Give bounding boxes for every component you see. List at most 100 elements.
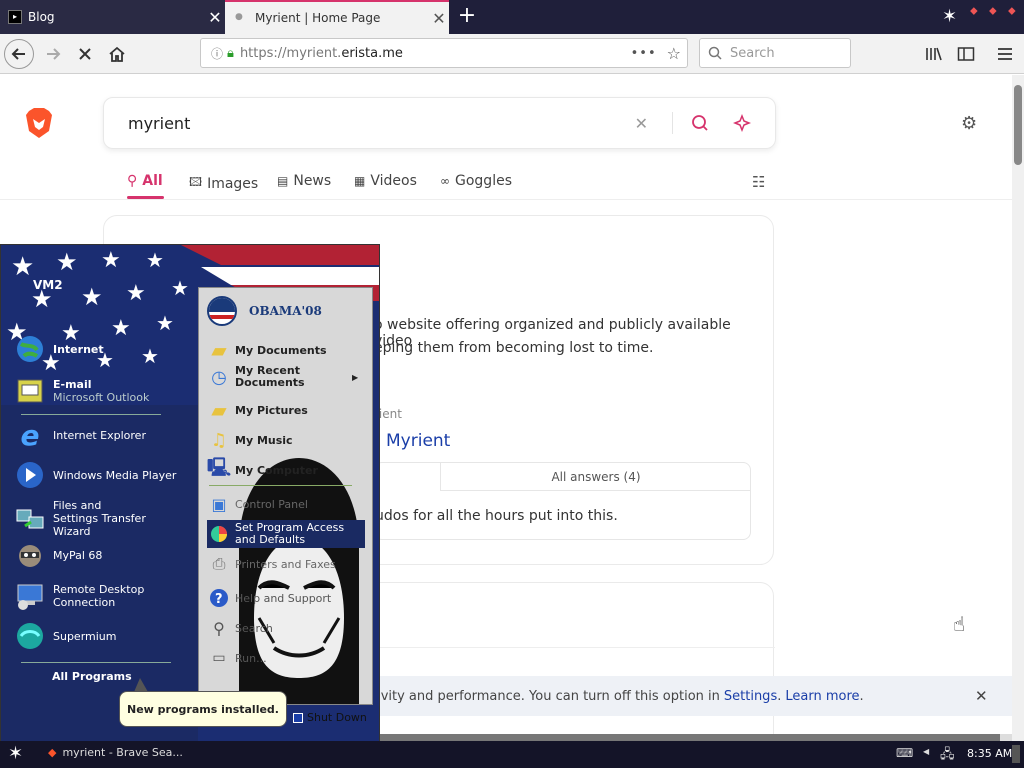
menu-item-mypal[interactable]: MyPal 68 xyxy=(13,539,102,571)
home-button[interactable] xyxy=(102,39,132,69)
tab-label: Goggles xyxy=(455,173,512,189)
new-tab-button[interactable]: + xyxy=(455,4,479,28)
start-button[interactable]: ✶ xyxy=(8,743,23,764)
menu-item-search[interactable]: ⚲ Search xyxy=(207,616,273,640)
sidebar-button[interactable] xyxy=(951,39,981,69)
tab-bar: ▸ Blog ✕ ● Myrient | Home Page ✕ + ✶ ⬥ ⬥… xyxy=(0,0,1024,34)
tab-news[interactable]: ▤ News xyxy=(277,173,331,189)
url-prefix: https://myrient. xyxy=(239,45,342,61)
tab-blog[interactable]: ▸ Blog ✕ xyxy=(0,0,225,34)
close-icon[interactable]: ✕ xyxy=(205,8,225,27)
item-label: Printers and Faxes xyxy=(235,557,336,571)
menu-item-printers[interactable]: ⎙ Printers and Faxes xyxy=(207,552,336,576)
forward-button[interactable] xyxy=(38,39,68,69)
lock-icon: 🔒︎ xyxy=(227,45,234,61)
info-icon[interactable]: ⓘ xyxy=(211,45,223,62)
search-input[interactable]: Search xyxy=(699,38,851,68)
item-label: My Recent Documents xyxy=(235,364,305,389)
menu-item-run[interactable]: ▭ Run... xyxy=(207,646,266,670)
scroll-thumb[interactable] xyxy=(1014,85,1022,165)
horizontal-scrollbar[interactable] xyxy=(380,734,1012,741)
tab-all[interactable]: ⚲ All xyxy=(127,173,163,189)
menu-item-transfer-wizard[interactable]: Files and Settings Transfer Wizard xyxy=(13,499,148,538)
menu-item-email[interactable]: E-mail Microsoft Outlook xyxy=(13,375,149,407)
terminal-icon: ▸ xyxy=(8,10,22,24)
menu-item-supermium[interactable]: Supermium xyxy=(13,620,117,652)
bookmark-star-icon[interactable]: ☆ xyxy=(667,44,681,63)
program-access-icon xyxy=(207,522,231,546)
menu-item-recent-documents[interactable]: ◷ My Recent Documents ▶ xyxy=(207,364,358,389)
globe-icon xyxy=(13,333,47,365)
menu-item-help[interactable]: ? Help and Support xyxy=(207,586,331,610)
menu-item-my-pictures[interactable]: ▰ My Pictures xyxy=(207,398,308,422)
network-icon[interactable]: 🖧 xyxy=(940,745,955,767)
tab-videos[interactable]: ▦ Videos xyxy=(354,173,417,189)
item-label: Files and Settings Transfer Wizard xyxy=(53,499,146,538)
divider xyxy=(209,485,352,486)
shutdown-button[interactable]: Shut Down xyxy=(293,711,367,724)
learn-more-link[interactable]: Learn more xyxy=(785,689,859,704)
menu-button[interactable] xyxy=(990,39,1020,69)
taskbar-task[interactable]: ◆ myrient - Brave Sea... xyxy=(48,746,183,759)
computer-icon: 🖳 xyxy=(207,457,232,478)
stop-button[interactable] xyxy=(70,39,100,69)
window-close-icon[interactable]: ⬥ xyxy=(1008,4,1016,18)
tab-images[interactable]: 🖾 Images xyxy=(189,173,258,194)
library-button[interactable] xyxy=(919,39,949,69)
tab-myrient[interactable]: ● Myrient | Home Page ✕ xyxy=(225,0,449,34)
clear-icon[interactable]: ✕ xyxy=(635,114,648,133)
minimize-icon[interactable]: ⬥ xyxy=(970,4,978,18)
menu-item-program-access[interactable]: Set Program Access and Defaults xyxy=(207,522,360,546)
nav-toolbar: ⓘ 🔒︎ https://myrient. erista.me ••• ☆ Sea… xyxy=(0,34,1024,74)
svg-text:★: ★ xyxy=(56,248,78,276)
keyboard-icon[interactable]: ⌨ xyxy=(896,746,913,760)
run-icon: ▭ xyxy=(212,650,226,666)
menu-item-remote-desktop[interactable]: Remote Desktop Connection xyxy=(13,580,148,612)
tray-arrow-icon[interactable]: ◀ xyxy=(923,747,929,756)
settings-link[interactable]: Settings xyxy=(724,689,777,704)
all-programs-button[interactable]: All Programs xyxy=(52,670,132,683)
folder-icon: ▰ xyxy=(211,338,227,362)
privacy-text: tivity and performance. You can turn off… xyxy=(372,688,720,704)
result-title-link[interactable]: Myrient xyxy=(386,431,450,451)
settings-gear-icon[interactable]: ⚙ xyxy=(961,113,977,134)
search-icon xyxy=(708,46,722,60)
hand-cursor-icon: ☝ xyxy=(953,612,966,636)
menu-item-ie[interactable]: e Internet Explorer xyxy=(13,419,146,452)
close-icon[interactable]: ✕ xyxy=(975,687,988,705)
svg-text:?: ? xyxy=(215,592,223,607)
url-bar[interactable]: ⓘ 🔒︎ https://myrient. erista.me ••• ☆ xyxy=(200,38,688,68)
answer-text: udos for all the hours put into this. xyxy=(375,508,618,524)
brave-logo-icon[interactable] xyxy=(25,107,53,143)
supermium-icon xyxy=(13,620,47,652)
page-actions-icon[interactable]: ••• xyxy=(631,46,657,61)
menu-item-my-music[interactable]: ♫ My Music xyxy=(207,428,293,452)
item-sublabel: Microsoft Outlook xyxy=(53,391,150,404)
goggles-icon: ∞ xyxy=(440,174,450,188)
menu-item-my-documents[interactable]: ▰ My Documents xyxy=(207,338,326,362)
maximize-icon[interactable]: ⬥ xyxy=(989,4,997,18)
filter-settings-icon[interactable]: ☷ xyxy=(752,173,765,191)
menu-item-my-computer[interactable]: 🖳 My Computer xyxy=(207,457,318,482)
search-icon[interactable] xyxy=(691,114,709,132)
ai-sparkle-icon[interactable] xyxy=(733,114,751,132)
page-scrollbar[interactable] xyxy=(1012,75,1024,741)
scroll-thumb[interactable] xyxy=(380,734,1000,741)
tab-label: Images xyxy=(207,175,259,192)
tab-goggles[interactable]: ∞ Goggles xyxy=(440,173,512,189)
show-desktop-button[interactable] xyxy=(1012,745,1020,763)
menu-item-wmp[interactable]: Windows Media Player xyxy=(13,459,176,491)
svg-text:★: ★ xyxy=(171,276,189,300)
clock[interactable]: 8:35 AM xyxy=(967,747,1012,760)
extensions-icon[interactable]: ✶ xyxy=(942,6,957,27)
menu-item-control-panel[interactable]: ▣ Control Panel xyxy=(207,492,308,516)
notification-balloon[interactable]: New programs installed. xyxy=(119,691,287,727)
item-label: Remote Desktop Connection xyxy=(53,583,145,609)
answers-tab[interactable]: All answers (4) xyxy=(440,463,751,491)
query-box[interactable]: myrient ✕ xyxy=(103,97,776,149)
tab-label: News xyxy=(293,173,332,189)
media-player-icon xyxy=(13,459,47,491)
back-button[interactable] xyxy=(4,39,34,69)
close-icon[interactable]: ✕ xyxy=(429,9,449,28)
menu-item-internet[interactable]: Internet xyxy=(13,333,104,365)
